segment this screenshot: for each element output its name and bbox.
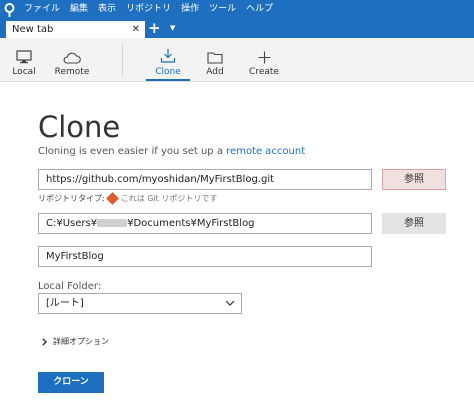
chevron-down-icon	[225, 294, 235, 320]
toolbar-divider	[122, 44, 123, 76]
browse-path-button[interactable]: 参照	[382, 213, 446, 234]
folder-icon	[198, 38, 232, 64]
redacted-username	[97, 219, 128, 227]
sourcetree-logo-icon[interactable]	[0, 0, 19, 19]
download-icon	[148, 38, 188, 64]
advanced-options-toggle[interactable]: 詳細オプション	[42, 336, 109, 347]
remote-button[interactable]: Remote	[52, 38, 92, 82]
local-folder-select[interactable]: [ルート]	[38, 293, 242, 314]
advanced-options-label: 詳細オプション	[53, 337, 109, 346]
path-prefix: C:¥Users¥	[46, 218, 98, 229]
repo-type-hint: リポジトリタイプ: これは Git リポジトリです	[38, 192, 218, 205]
local-folder-label: Local Folder:	[38, 281, 102, 292]
tab-label: New tab	[12, 24, 54, 35]
clone-button[interactable]: Clone	[148, 38, 188, 82]
clone-label: Clone	[155, 67, 181, 77]
menu-view[interactable]: 表示	[93, 0, 121, 19]
create-button[interactable]: Create	[246, 38, 282, 82]
destination-path-input[interactable]: C:¥Users¥ ¥Documents¥MyFirstBlog	[38, 213, 372, 234]
tab-new-tab[interactable]: New tab ✕	[6, 21, 145, 38]
create-label: Create	[249, 67, 279, 77]
menu-help[interactable]: ヘルプ	[241, 0, 278, 19]
menu-file[interactable]: ファイル	[19, 0, 65, 19]
active-tool-indicator	[146, 79, 190, 81]
clone-submit-button[interactable]: クローン	[38, 372, 104, 393]
remote-label: Remote	[54, 67, 90, 77]
menu-edit[interactable]: 編集	[65, 0, 93, 19]
source-url-input[interactable]: https://github.com/myoshidan/MyFirstBlog…	[38, 169, 372, 190]
tab-bar: New tab ✕ + ▼	[0, 19, 474, 38]
monitor-icon	[8, 38, 40, 64]
toolbar: Local Remote Clone Add Create	[0, 38, 474, 82]
menu-repository[interactable]: リポジトリ	[121, 0, 176, 19]
chevron-right-icon	[42, 337, 47, 346]
menu-tools[interactable]: ツール	[204, 0, 241, 19]
page-title: Clone	[38, 110, 121, 144]
subtitle-text: Cloning is even easier if you set up a	[38, 146, 223, 157]
browse-url-button[interactable]: 参照	[382, 169, 446, 190]
repo-type-value: これは Git リポジトリです	[120, 194, 218, 203]
repo-name-input[interactable]: MyFirstBlog	[38, 246, 372, 267]
plus-icon	[246, 38, 282, 64]
repo-type-label: リポジトリタイプ:	[38, 194, 105, 203]
git-icon	[105, 192, 119, 205]
cloud-icon	[52, 38, 92, 64]
local-folder-value: [ルート]	[46, 298, 84, 309]
path-suffix: ¥Documents¥MyFirstBlog	[127, 218, 255, 229]
close-icon[interactable]: ✕	[132, 21, 140, 38]
menu-bar: ファイル 編集 表示 リポジトリ 操作 ツール ヘルプ	[0, 0, 474, 19]
remote-account-link[interactable]: remote account	[226, 146, 305, 157]
local-button[interactable]: Local	[8, 38, 40, 82]
menu-actions[interactable]: 操作	[176, 0, 204, 19]
page-subtitle: Cloning is even easier if you set up a r…	[38, 146, 305, 157]
add-tab-icon[interactable]: +	[148, 20, 161, 36]
tab-dropdown-icon[interactable]: ▼	[170, 24, 175, 32]
add-label: Add	[206, 67, 224, 77]
add-button[interactable]: Add	[198, 38, 232, 82]
local-label: Local	[12, 67, 36, 77]
